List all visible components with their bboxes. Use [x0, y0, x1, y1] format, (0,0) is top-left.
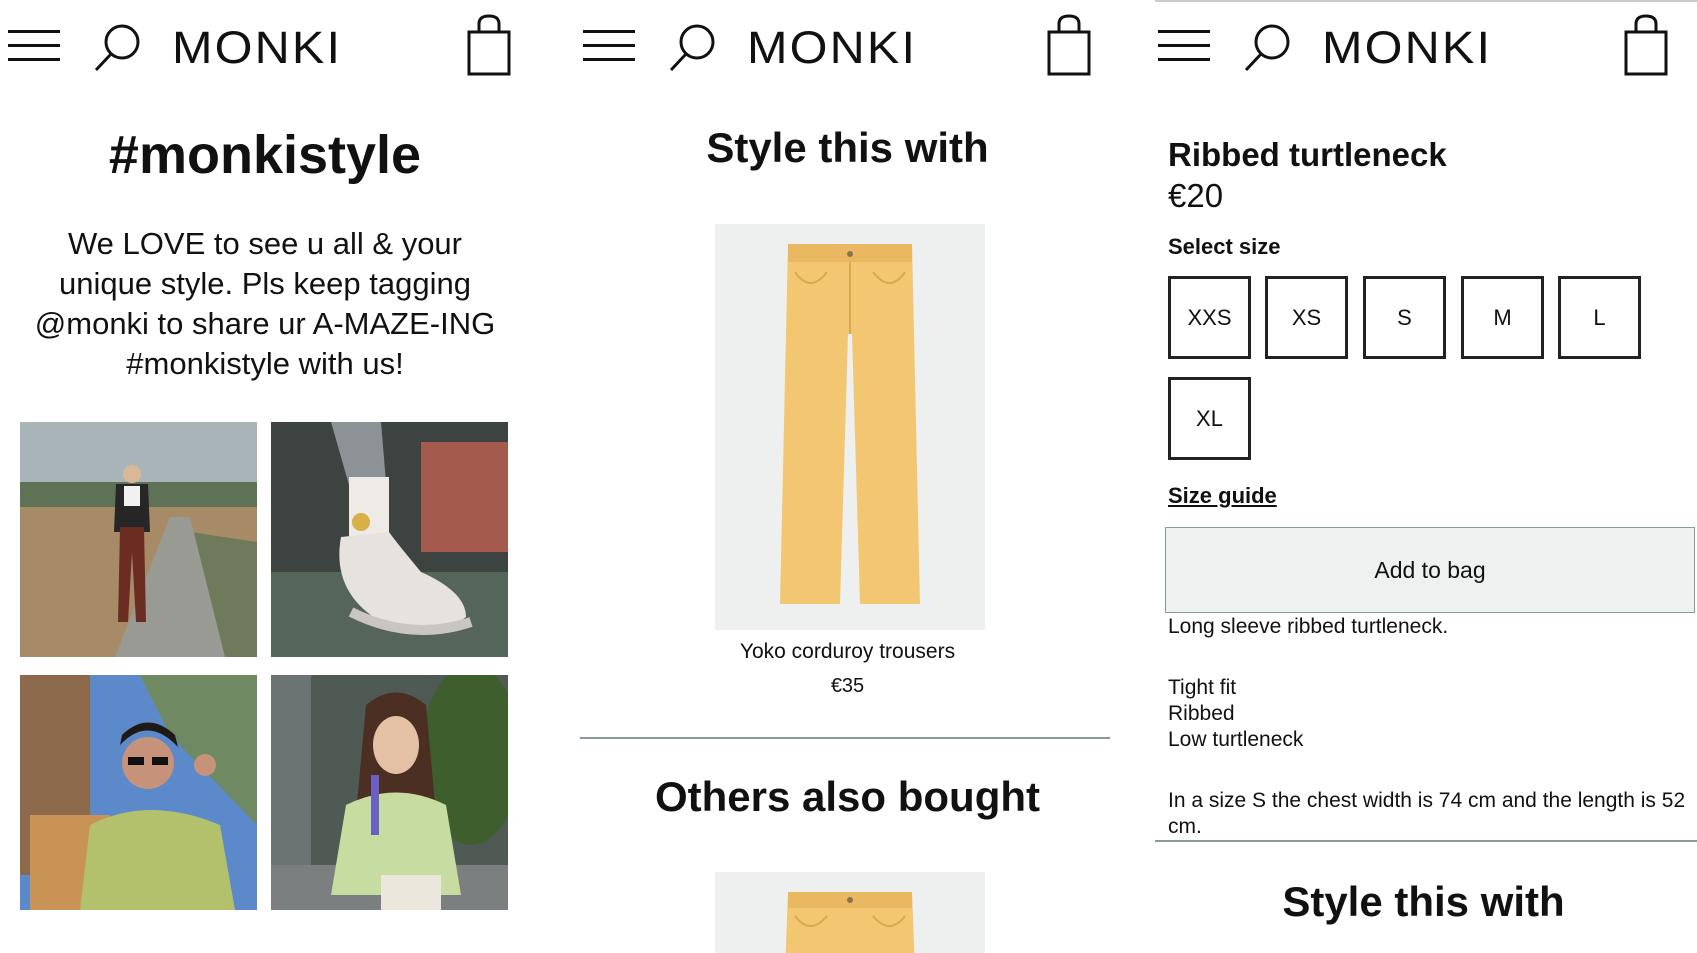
user-photo-green-cardigan[interactable]	[271, 675, 508, 910]
product-detail-panel: MONKI Ribbed turtleneck €20 Select size …	[1150, 0, 1697, 953]
product-features: Tight fit Ribbed Low turtleneck	[1168, 675, 1303, 753]
brand-logo[interactable]: MONKI	[747, 22, 917, 74]
menu-icon[interactable]	[8, 30, 60, 62]
search-icon[interactable]	[90, 20, 144, 74]
intro-text: We LOVE to see u all & your unique style…	[34, 226, 496, 381]
user-photo-sunglasses[interactable]	[20, 675, 257, 910]
section-title-style-this-with: Style this with	[1282, 878, 1565, 925]
size-button-xl[interactable]: XL	[1168, 377, 1251, 460]
user-photo-sneakers[interactable]	[271, 422, 508, 657]
size-button-m[interactable]: M	[1461, 276, 1544, 359]
feature-item: Tight fit	[1168, 676, 1237, 699]
product-description: Long sleeve ribbed turtleneck.	[1168, 615, 1449, 638]
size-guide-link[interactable]: Size guide	[1168, 483, 1277, 509]
user-photo-field-path[interactable]	[20, 422, 257, 657]
brand-logo[interactable]: MONKI	[1322, 22, 1492, 74]
search-icon[interactable]	[1240, 20, 1294, 74]
shopping-bag-icon[interactable]	[466, 14, 512, 76]
product-price: €35	[830, 675, 865, 697]
size-button-xs[interactable]: XS	[1265, 276, 1348, 359]
divider	[580, 737, 1110, 739]
size-button-s[interactable]: S	[1363, 276, 1446, 359]
size-button-l[interactable]: L	[1558, 276, 1641, 359]
section-title-style-this-with: Style this with	[706, 124, 989, 171]
menu-icon[interactable]	[583, 30, 635, 62]
feature-item: Low turtleneck	[1168, 728, 1304, 751]
brand-logo[interactable]: MONKI	[172, 22, 342, 74]
select-size-label: Select size	[1168, 234, 1281, 259]
style-this-with-panel: MONKI Style this with Yoko corduroy trou…	[575, 0, 1120, 953]
monkistyle-panel: MONKI #monkistyle We LOVE to see u all &…	[0, 0, 540, 953]
size-button-xxs[interactable]: XXS	[1168, 276, 1251, 359]
top-divider	[1155, 0, 1697, 2]
search-icon[interactable]	[665, 20, 719, 74]
header: MONKI	[0, 8, 540, 83]
menu-icon[interactable]	[1158, 30, 1210, 62]
product-image-trousers[interactable]	[715, 224, 985, 630]
shopping-bag-icon[interactable]	[1046, 14, 1092, 76]
header: MONKI	[575, 8, 1120, 83]
product-image-trousers-partial[interactable]	[715, 872, 985, 953]
divider	[1155, 840, 1697, 842]
page-title: #monkistyle	[108, 125, 422, 185]
shopping-bag-icon[interactable]	[1623, 14, 1669, 76]
header: MONKI	[1150, 8, 1697, 83]
add-to-bag-button[interactable]: Add to bag	[1165, 527, 1695, 613]
feature-item: Ribbed	[1168, 702, 1235, 725]
product-title: Ribbed turtleneck	[1168, 136, 1447, 173]
product-measurements: In a size S the chest width is 74 cm and…	[1168, 789, 1686, 838]
product-price: €20	[1168, 177, 1224, 214]
section-title-others-also-bought: Others also bought	[654, 773, 1040, 820]
product-name[interactable]: Yoko corduroy trousers	[575, 640, 1120, 664]
